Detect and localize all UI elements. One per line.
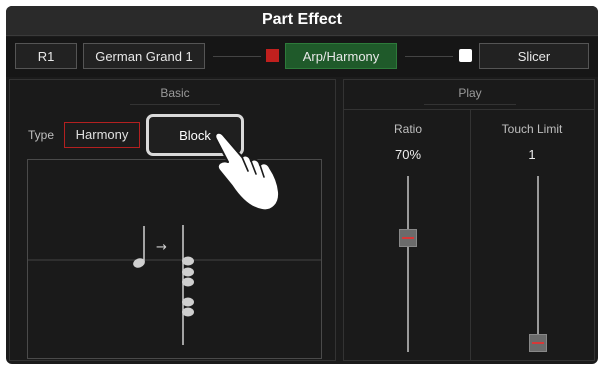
harmony-type-button[interactable]: Harmony	[64, 122, 140, 148]
chord-note-head	[182, 297, 194, 307]
touch-limit-value: 1	[528, 147, 536, 162]
title-bar: Part Effect	[6, 6, 598, 36]
chord-note-head	[182, 256, 194, 266]
transform-arrow-icon: →	[156, 240, 167, 255]
touch-limit-label: Touch Limit	[501, 122, 563, 136]
play-panel: Play Ratio 70% Touch Limit 1	[343, 79, 595, 361]
ratio-value: 70%	[394, 147, 422, 162]
connector-line	[405, 56, 453, 57]
divider	[470, 109, 471, 360]
type-label: Type	[28, 128, 55, 142]
slicer-indicator-icon	[459, 49, 472, 62]
chord-note-head	[182, 307, 194, 317]
play-section-title: Play	[424, 84, 516, 105]
basic-section-title: Basic	[130, 84, 220, 105]
touch-limit-slider-track[interactable]	[537, 176, 539, 352]
connector-line	[213, 56, 261, 57]
touch-limit-slider-thumb[interactable]	[529, 334, 547, 352]
voice-button[interactable]: German Grand 1	[83, 43, 205, 69]
part-row: R1 German Grand 1 Arp/Harmony Slicer	[6, 37, 598, 77]
ratio-label: Ratio	[393, 122, 422, 136]
part-button[interactable]: R1	[15, 43, 77, 69]
slicer-button[interactable]: Slicer	[479, 43, 589, 69]
page-title: Part Effect	[261, 11, 343, 28]
divider	[344, 109, 594, 110]
ratio-slider-thumb[interactable]	[399, 228, 417, 247]
chord-note-head	[182, 277, 194, 287]
arp-harmony-indicator-icon	[266, 49, 279, 62]
arp-harmony-button[interactable]: Arp/Harmony	[285, 43, 397, 69]
ratio-slider-track[interactable]	[407, 176, 409, 352]
chord-note-head	[182, 267, 194, 277]
part-effect-window: Part Effect R1 German Grand 1 Arp/Harmon…	[6, 6, 598, 364]
basic-panel: Basic Type Harmony Block →	[9, 79, 336, 361]
hand-pointer-icon	[214, 131, 281, 212]
